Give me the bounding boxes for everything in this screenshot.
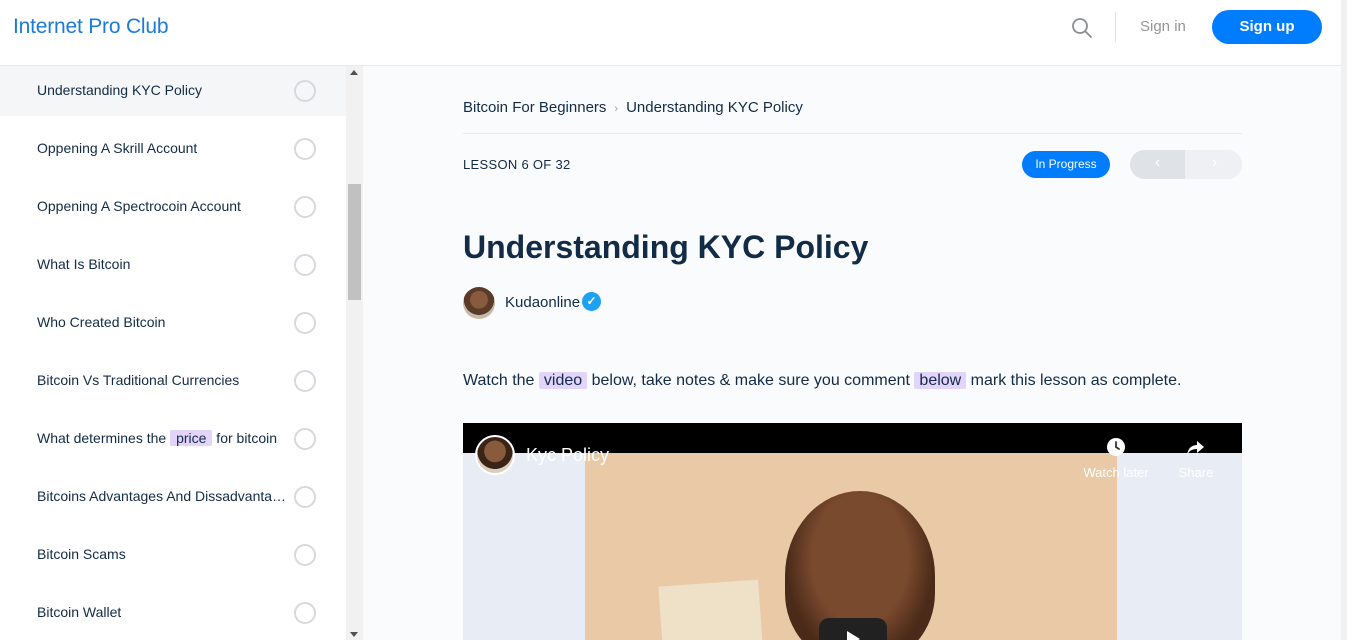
breadcrumb: Bitcoin For Beginners › Understanding KYC … (463, 99, 803, 116)
lesson-counter: LESSON 6 OF 32 (463, 157, 571, 172)
completion-circle-icon (294, 312, 316, 334)
highlighted-word: video (538, 372, 588, 389)
lesson-sidebar: Understanding KYC Policy Oppening A Skri… (0, 66, 346, 640)
completion-circle-icon (294, 428, 316, 450)
channel-avatar[interactable] (475, 435, 515, 475)
play-icon (847, 631, 860, 640)
site-logo[interactable]: Internet Pro Club (13, 15, 169, 39)
previous-lesson-button[interactable]: ‹ (1130, 150, 1185, 179)
sidebar-item-label: Who Created Bitcoin (37, 314, 166, 330)
sidebar-item-oppening-skrill-account[interactable]: Oppening A Skrill Account (0, 124, 346, 174)
share-button[interactable]: Share (1161, 437, 1231, 480)
sidebar-item-bitcoin-wallet[interactable]: Bitcoin Wallet (0, 588, 346, 638)
clock-icon (1107, 438, 1125, 456)
share-arrow-icon (1187, 441, 1204, 455)
page-title: Understanding KYC Policy (463, 229, 869, 265)
sidebar-item-label: Oppening A Skrill Account (37, 140, 198, 156)
lesson-intro-text: Watch the video below, take notes & make… (463, 372, 1181, 390)
completion-circle-icon (294, 80, 316, 102)
sidebar-item-who-created-bitcoin[interactable]: Who Created Bitcoin (0, 298, 346, 348)
share-label: Share (1178, 465, 1214, 480)
lesson-nav: ‹ › (1130, 150, 1242, 179)
scroll-down-arrow-icon[interactable] (350, 632, 358, 637)
highlighted-word: below (914, 372, 967, 389)
chevron-right-icon: › (1211, 154, 1218, 171)
sign-in-link[interactable]: Sign in (1140, 18, 1186, 35)
status-badge: In Progress (1022, 151, 1110, 178)
sidebar-item-what-determines-price[interactable]: What determines the price for bitcoin (0, 414, 346, 464)
video-document (658, 579, 764, 640)
lesson-content: Bitcoin For Beginners › Understanding KYC … (363, 66, 1341, 640)
avatar[interactable] (463, 287, 495, 319)
sidebar-item-label: Bitcoin Vs Traditional Currencies (37, 372, 240, 388)
completion-circle-icon (294, 254, 316, 276)
sidebar-item-label: What Is Bitcoin (37, 256, 131, 272)
completion-circle-icon (294, 138, 316, 160)
sidebar-scrollbar[interactable] (346, 66, 363, 640)
intro-text: Watch the (463, 372, 539, 389)
scroll-up-arrow-icon[interactable] (350, 70, 358, 75)
sidebar-item-label: Bitcoin Scams (37, 546, 126, 562)
completion-circle-icon (294, 486, 316, 508)
search-button[interactable] (1070, 16, 1094, 40)
header-divider (1115, 12, 1116, 42)
completion-circle-icon (294, 370, 316, 392)
sidebar-item-what-is-bitcoin[interactable]: What Is Bitcoin (0, 240, 346, 290)
scrollbar-thumb[interactable] (348, 184, 361, 300)
sidebar-item-oppening-spectrocoin-account[interactable]: Oppening A Spectrocoin Account (0, 182, 346, 232)
top-bar: Internet Pro Club Sign in Sign up (0, 0, 1347, 66)
sign-up-button[interactable]: Sign up (1212, 10, 1322, 44)
label-text: for bitcoin (212, 430, 278, 446)
breadcrumb-course-link[interactable]: Bitcoin For Beginners (463, 99, 606, 116)
watch-later-button[interactable]: Watch later (1081, 437, 1151, 480)
sidebar-item-label: What determines the price for bitcoin (37, 430, 277, 446)
breadcrumb-current: Understanding KYC Policy (626, 99, 803, 116)
author-name[interactable]: Kudaonline (505, 294, 580, 311)
verified-badge-icon: ✓ (582, 292, 601, 311)
watch-later-label: Watch later (1083, 465, 1149, 480)
page-scrollbar[interactable] (1341, 0, 1347, 640)
completion-circle-icon (294, 602, 316, 624)
sidebar-item-bitcoin-scams[interactable]: Bitcoin Scams (0, 530, 346, 580)
intro-text: below, take notes & make sure you commen… (587, 372, 915, 389)
label-text: What determines the (37, 430, 171, 446)
sidebar-item-label: Understanding KYC Policy (37, 82, 202, 98)
breadcrumb-separator: › (614, 103, 619, 115)
next-lesson-button[interactable]: › (1187, 150, 1242, 179)
video-title[interactable]: Kyc Policy (526, 445, 609, 466)
divider (463, 133, 1242, 134)
search-icon (1072, 18, 1092, 38)
chevron-left-icon: ‹ (1154, 154, 1161, 171)
sidebar-item-understanding-kyc-policy[interactable]: Understanding KYC Policy (0, 66, 346, 116)
sidebar-item-label: Bitcoin Wallet (37, 604, 122, 620)
sidebar-item-label: Bitcoins Advantages And Dissadvantages (37, 488, 287, 504)
highlighted-word: price (170, 430, 213, 446)
video-player[interactable]: Kyc Policy Watch later Share (463, 423, 1242, 640)
completion-circle-icon (294, 544, 316, 566)
sidebar-item-bitcoins-advantages[interactable]: Bitcoins Advantages And Dissadvantages (0, 472, 346, 522)
intro-text: mark this lesson as complete. (966, 372, 1182, 389)
sidebar-item-label: Oppening A Spectrocoin Account (37, 198, 241, 214)
completion-circle-icon (294, 196, 316, 218)
sidebar-item-bitcoin-vs-traditional[interactable]: Bitcoin Vs Traditional Currencies (0, 356, 346, 406)
